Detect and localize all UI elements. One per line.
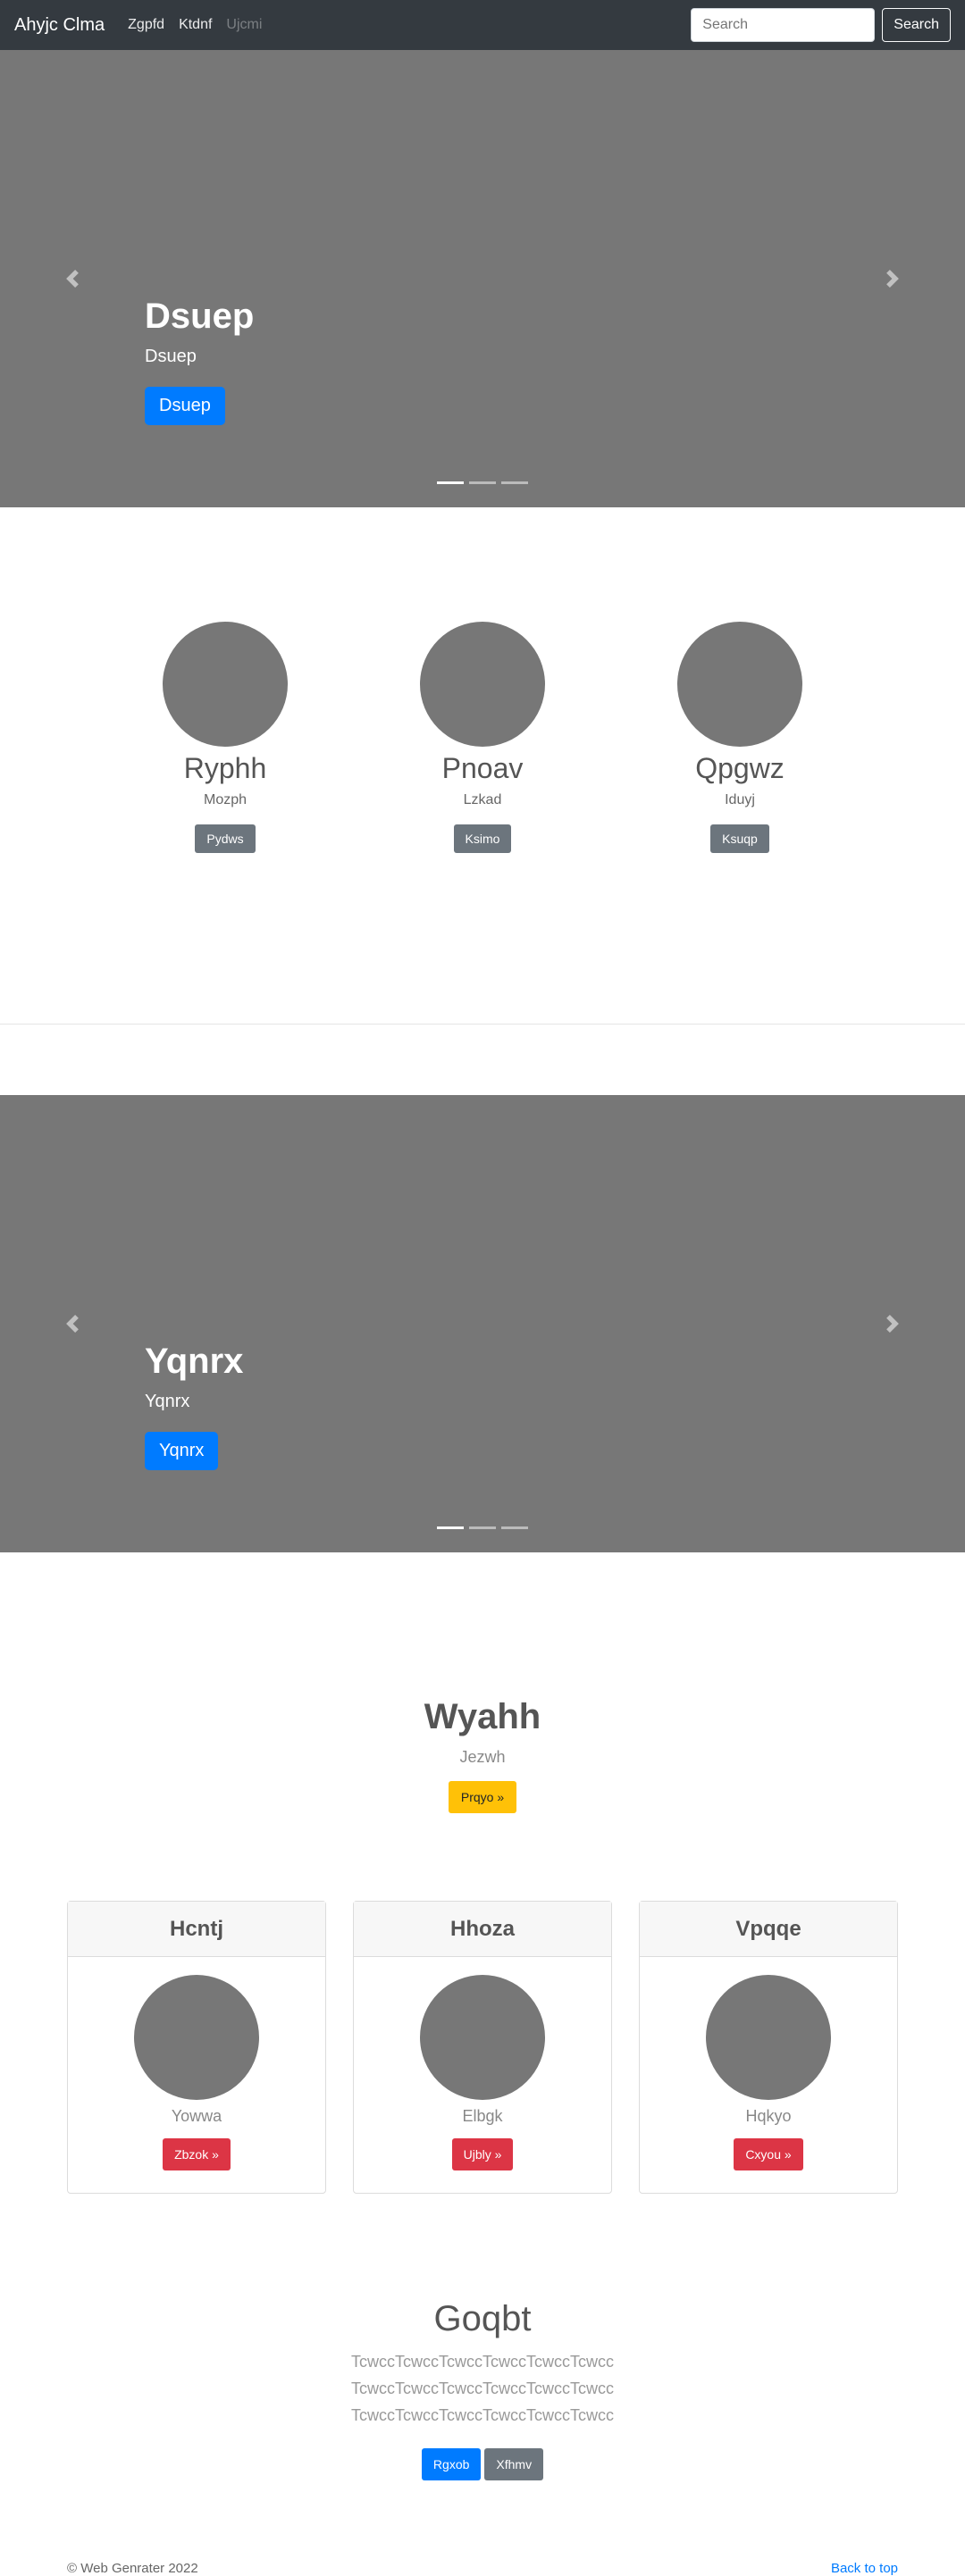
placeholder-image	[677, 622, 802, 747]
hero-carousel: Dsuep Dsuep Dsuep	[0, 50, 965, 507]
marketing-subtitle: Iduyj	[725, 792, 755, 807]
card-deck: Hcntj Yowwa Zbzok » Hhoza Elbgk Ujbly » …	[0, 1901, 965, 2194]
footer-copyright: © Web Genrater 2022	[67, 2561, 198, 2576]
album-description: TcwccTcwccTcwccTcwccTcwccTcwcc TcwccTcwc…	[351, 2353, 614, 2424]
carousel-indicators	[0, 1526, 965, 1529]
marketing-title: Qpgwz	[695, 752, 785, 784]
placeholder-image	[420, 622, 545, 747]
carousel-text: Dsuep	[145, 347, 197, 366]
marketing-button[interactable]: Ksimo	[453, 824, 512, 853]
search-input[interactable]	[691, 8, 876, 42]
jumbotron-heading: Wyahh	[424, 1697, 541, 1736]
carousel-indicator-2[interactable]	[469, 1526, 496, 1529]
marketing-title: Ryphh	[183, 752, 267, 784]
chevron-left-icon	[66, 1315, 79, 1333]
chevron-right-icon	[886, 1315, 899, 1333]
card: Hcntj Yowwa Zbzok »	[67, 1901, 326, 2194]
marketing-title: Pnoav	[441, 752, 524, 784]
carousel-indicator-3[interactable]	[501, 1526, 528, 1529]
card-subtitle: Elbgk	[462, 2107, 503, 2125]
card-header: Hhoza	[354, 1902, 611, 1957]
carousel-cta-button[interactable]: Dsuep	[145, 387, 225, 425]
jumbotron-button[interactable]: Prqyo »	[448, 1781, 517, 1813]
carousel-caption: Yqnrx Yqnrx Yqnrx	[145, 1340, 243, 1470]
carousel-text: Yqnrx	[145, 1392, 190, 1411]
card-button[interactable]: Cxyou »	[734, 2138, 803, 2170]
page-footer: © Web Genrater 2022 Back to top	[0, 2561, 965, 2576]
marketing-section: Ryphh Mozph Pydws Pnoav Lzkad Ksimo Qpgw…	[0, 507, 965, 1024]
navbar-search-form: Search	[691, 8, 951, 42]
placeholder-image	[134, 1975, 259, 2100]
back-to-top-link[interactable]: Back to top	[831, 2561, 898, 2576]
nav-link-zgpfd[interactable]: Zgpfd	[128, 17, 164, 33]
carousel-indicator-3[interactable]	[501, 481, 528, 484]
nav-link-ujcmi-disabled: Ujcmi	[226, 17, 263, 32]
card-button[interactable]: Zbzok »	[163, 2138, 231, 2170]
album-buttons: Rgxob Xfhmv	[0, 2448, 965, 2480]
placeholder-image	[706, 1975, 831, 2100]
album-primary-button[interactable]: Rgxob	[421, 2448, 482, 2480]
navbar-brand[interactable]: Ahyjc Clma	[14, 15, 105, 36]
album-section: Goqbt TcwccTcwccTcwccTcwccTcwccTcwcc Tcw…	[0, 2299, 965, 2480]
placeholder-image	[163, 622, 288, 747]
carousel-prev-button[interactable]	[63, 270, 81, 288]
card-subtitle: Yowwa	[171, 2107, 222, 2125]
card-subtitle: Hqkyo	[745, 2107, 792, 2125]
marketing-button[interactable]: Pydws	[195, 824, 256, 853]
jumbotron: Wyahh Jezwh Prqyo »	[0, 1552, 965, 1813]
carousel-indicators	[0, 481, 965, 484]
nav-link-ktdnf[interactable]: Ktdnf	[179, 17, 212, 33]
album-heading: Goqbt	[433, 2299, 532, 2338]
chevron-right-icon	[886, 270, 899, 288]
secondary-carousel: Yqnrx Yqnrx Yqnrx	[0, 1095, 965, 1552]
marketing-column: Ryphh Mozph Pydws	[96, 622, 354, 1024]
carousel-indicator-2[interactable]	[469, 481, 496, 484]
marketing-column: Qpgwz Iduyj Ksuqp	[611, 622, 868, 1024]
chevron-left-icon	[66, 270, 79, 288]
carousel-indicator-1[interactable]	[437, 1526, 464, 1529]
placeholder-image	[420, 1975, 545, 2100]
album-secondary-button[interactable]: Xfhmv	[484, 2448, 544, 2480]
card: Hhoza Elbgk Ujbly »	[353, 1901, 612, 2194]
card-header: Hcntj	[68, 1902, 325, 1957]
search-button[interactable]: Search	[882, 8, 951, 42]
carousel-prev-button[interactable]	[63, 1315, 81, 1333]
card: Vpqqe Hqkyo Cxyou »	[639, 1901, 898, 2194]
carousel-next-button[interactable]	[884, 1315, 902, 1333]
carousel-next-button[interactable]	[884, 270, 902, 288]
carousel-indicator-1[interactable]	[437, 481, 464, 484]
marketing-button[interactable]: Ksuqp	[710, 824, 769, 853]
card-button[interactable]: Ujbly »	[451, 2138, 514, 2170]
card-header: Vpqqe	[640, 1902, 897, 1957]
marketing-subtitle: Mozph	[203, 792, 248, 807]
carousel-heading: Yqnrx	[145, 1342, 244, 1381]
carousel-caption: Dsuep Dsuep Dsuep	[145, 295, 254, 425]
jumbotron-lead: Jezwh	[459, 1748, 506, 1766]
carousel-cta-button[interactable]: Yqnrx	[145, 1432, 219, 1470]
top-navbar: Ahyjc Clma Zgpfd Ktdnf Ujcmi Search	[0, 0, 965, 50]
marketing-subtitle: Lzkad	[463, 792, 502, 807]
marketing-column: Pnoav Lzkad Ksimo	[354, 622, 611, 1024]
carousel-heading: Dsuep	[145, 297, 255, 336]
